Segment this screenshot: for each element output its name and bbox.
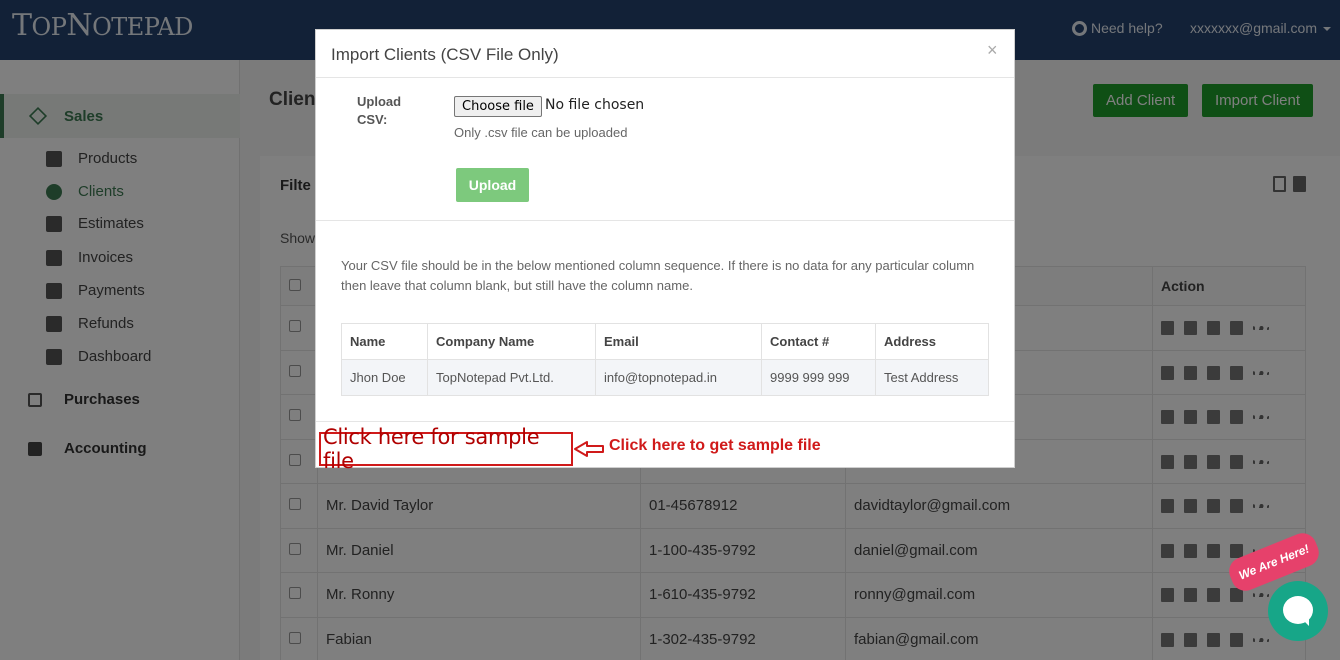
column-header: Email xyxy=(595,323,762,360)
column-header: Contact # xyxy=(761,323,876,360)
upload-csv-label: Upload CSV: xyxy=(357,94,402,127)
chat-bubble-icon xyxy=(1283,596,1313,626)
table-cell: TopNotepad Pvt.Ltd. xyxy=(427,359,596,396)
table-cell: Test Address xyxy=(875,359,989,396)
sample-columns-table: Name Company Name Email Contact # Addres… xyxy=(341,323,989,396)
close-icon[interactable]: × xyxy=(987,40,998,61)
chat-launcher-button[interactable] xyxy=(1268,581,1328,641)
column-header: Address xyxy=(875,323,989,360)
column-header: Name xyxy=(341,323,428,360)
sample-file-link[interactable]: Click here for sample file xyxy=(319,425,573,473)
column-header: Company Name xyxy=(427,323,596,360)
table-row: Jhon Doe TopNotepad Pvt.Ltd. info@topnot… xyxy=(341,359,989,396)
choose-file-button[interactable]: Choose file xyxy=(454,96,542,117)
table-header-row: Name Company Name Email Contact # Addres… xyxy=(341,323,989,360)
divider xyxy=(316,421,1014,422)
csv-only-note: Only .csv file can be uploaded xyxy=(454,125,628,140)
table-cell: Jhon Doe xyxy=(341,359,428,396)
upload-button[interactable]: Upload xyxy=(456,168,529,202)
divider xyxy=(316,220,1014,221)
table-cell: 9999 999 999 xyxy=(761,359,876,396)
column-sequence-note: Your CSV file should be in the below men… xyxy=(341,258,975,293)
modal-title: Import Clients (CSV File Only) xyxy=(331,45,559,64)
divider xyxy=(316,77,1014,78)
annotation-text: Click here to get sample file xyxy=(609,437,821,454)
arrow-left-icon xyxy=(574,441,604,457)
import-clients-modal: Import Clients (CSV File Only) × Upload … xyxy=(315,29,1015,473)
table-cell: info@topnotepad.in xyxy=(595,359,762,396)
file-status-text: No file chosen xyxy=(545,97,645,113)
